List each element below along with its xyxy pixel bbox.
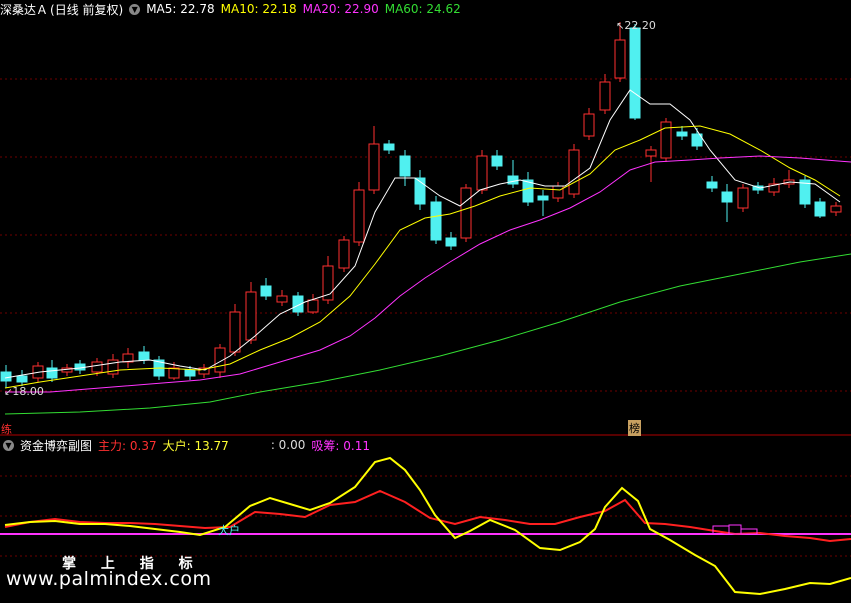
ma10-line: [4, 125, 841, 389]
xichou-value: 吸筹: 0.11: [311, 438, 370, 453]
moving-average-lines: [4, 89, 851, 415]
candle-body[interactable]: [138, 351, 150, 361]
candle-body[interactable]: [91, 361, 103, 373]
candle-body[interactable]: [368, 143, 380, 191]
candle-body[interactable]: [307, 299, 319, 313]
candle-body[interactable]: [0, 371, 12, 382]
indicator-title[interactable]: 资金博弈副图: [20, 437, 92, 454]
candle-body[interactable]: [260, 285, 272, 297]
top-badge[interactable]: 榜: [628, 420, 641, 436]
candle-body[interactable]: [245, 291, 257, 341]
blank-value: : 0.00: [270, 438, 306, 452]
candle-body[interactable]: [476, 155, 488, 191]
dahu-value: 大户: 13.77: [162, 438, 229, 453]
candle-body[interactable]: [168, 367, 180, 379]
candle-body[interactable]: [629, 27, 641, 119]
candle-body[interactable]: [814, 201, 826, 217]
candle-body[interactable]: [184, 369, 196, 377]
low-price-label: ↙18.00: [4, 385, 44, 398]
candle-body[interactable]: [16, 375, 28, 383]
candle-body[interactable]: [552, 185, 564, 199]
dahu-marker: 大户: [218, 524, 240, 537]
candle-body[interactable]: [599, 81, 611, 111]
watermark-url: www.palmindex.com: [6, 568, 212, 590]
candle-body[interactable]: [229, 311, 241, 353]
candle-body[interactable]: [353, 189, 365, 243]
candle-body[interactable]: [830, 205, 842, 213]
ma60-line: [4, 253, 851, 415]
candle-body[interactable]: [645, 149, 657, 157]
candle-body[interactable]: [338, 239, 350, 269]
candle-body[interactable]: [537, 195, 549, 201]
candlestick-series: [0, 22, 842, 388]
chart-canvas: [0, 22, 851, 596]
candle-body[interactable]: [383, 143, 395, 151]
candle-body[interactable]: [737, 187, 749, 209]
candle-body[interactable]: [706, 181, 718, 189]
candle-body[interactable]: [491, 155, 503, 167]
sub-chart-header: ▼ 资金博弈副图 主力: 0.37 大户: 13.77 : 0.00 吸筹: 0…: [0, 436, 376, 454]
candle-body[interactable]: [507, 175, 519, 185]
candle-body[interactable]: [568, 149, 580, 195]
chevron-down-icon[interactable]: ▼: [3, 439, 14, 451]
main-grid: [0, 78, 851, 557]
candle-body[interactable]: [676, 131, 688, 137]
candle-body[interactable]: [276, 295, 288, 303]
high-price-label: ↖22.20: [616, 19, 656, 32]
candle-body[interactable]: [399, 155, 411, 177]
candle-body[interactable]: [522, 179, 534, 203]
left-badge[interactable]: 练: [1, 421, 12, 437]
candle-body[interactable]: [721, 191, 733, 203]
candle-body[interactable]: [460, 187, 472, 239]
candle-body[interactable]: [430, 201, 442, 241]
candle-body[interactable]: [46, 367, 58, 379]
zhuli-value: 主力: 0.37: [98, 438, 157, 453]
ma5-line: [4, 89, 841, 379]
candle-body[interactable]: [445, 237, 457, 247]
candle-body[interactable]: [583, 113, 595, 137]
candle-body[interactable]: [614, 39, 626, 79]
